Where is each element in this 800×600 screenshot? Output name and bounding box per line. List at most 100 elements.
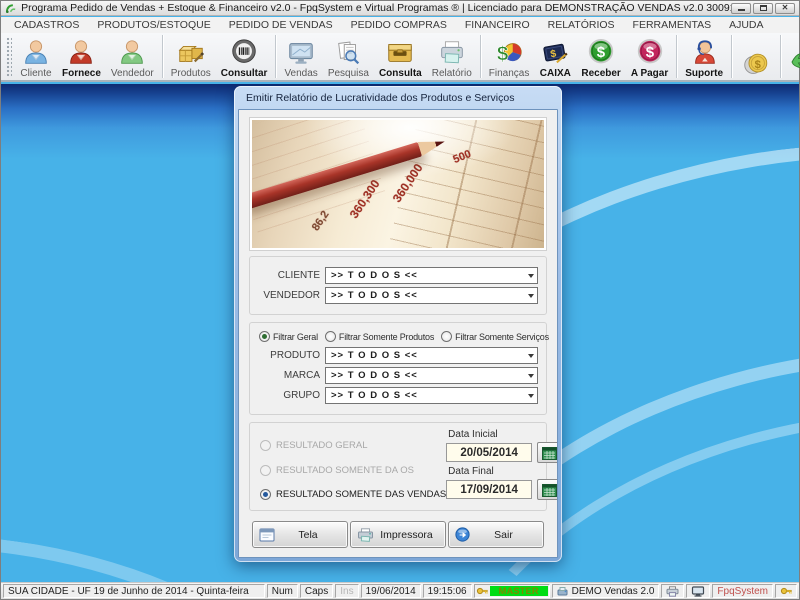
grupo-combobox[interactable]: >> T O D O S << xyxy=(325,387,538,404)
toolbar-button-fornece[interactable]: Fornece xyxy=(57,33,106,80)
cliente-combobox[interactable]: >> T O D O S << xyxy=(325,267,538,284)
menu-item-cadastros[interactable]: CADASTROS xyxy=(5,19,88,31)
photo-vignette xyxy=(252,120,544,248)
report-printer-icon xyxy=(436,38,468,68)
produto-combobox[interactable]: >> T O D O S << xyxy=(325,347,538,364)
toolbar-button-suporte[interactable]: Suporte xyxy=(680,33,728,80)
finance-pie-icon: $ xyxy=(493,38,525,68)
menu-item-pedido-de-vendas[interactable]: PEDIDO DE VENDAS xyxy=(220,19,342,31)
menu-bar: CADASTROS PRODUTOS/ESTOQUE PEDIDO DE VEN… xyxy=(1,17,799,33)
button-label: Impressora xyxy=(374,529,439,541)
radio-label: Filtrar Somente Produtos xyxy=(339,332,434,342)
combobox-value: >> T O D O S << xyxy=(331,270,418,281)
radio-selected-icon xyxy=(260,489,271,500)
client-person-icon xyxy=(20,38,52,68)
radio-resultado-somente-das-vendas[interactable]: RESULTADO SOMENTE DAS VENDAS xyxy=(260,489,446,500)
toolbar-button-caixa[interactable]: $ CAIXA xyxy=(534,33,576,80)
radio-label: RESULTADO GERAL xyxy=(276,440,368,451)
marca-combobox[interactable]: >> T O D O S << xyxy=(325,367,538,384)
radio-filtrar-somente-servicos[interactable]: Filtrar Somente Serviços xyxy=(441,331,549,342)
radio-resultado-somente-da-os[interactable]: RESULTADO SOMENTE DA OS xyxy=(260,465,446,476)
menu-item-pedido-compras[interactable]: PEDIDO COMPRAS xyxy=(342,19,456,31)
toolbar-button-label: Receber xyxy=(581,68,620,79)
combobox-value: >> T O D O S << xyxy=(331,290,418,301)
tela-button[interactable]: Tela xyxy=(252,521,348,548)
toolbar-separator xyxy=(480,35,481,78)
coin-icon: $ xyxy=(740,49,772,79)
toolbar-button-vendedor[interactable]: Vendedor xyxy=(106,33,159,80)
report-dialog: Emitir Relatório de Lucratividade dos Pr… xyxy=(234,86,562,562)
status-location: SUA CIDADE - UF 19 de Junho de 2014 - Qu… xyxy=(3,584,265,598)
status-app-version: DEMO Vendas 2.0 xyxy=(552,584,660,598)
toolbar-button-exit[interactable]: EXIT xyxy=(784,33,800,80)
chevron-down-icon[interactable] xyxy=(528,294,534,298)
app-mini-icon xyxy=(557,586,568,597)
toolbar-button-pesquisa[interactable]: Pesquisa xyxy=(323,33,374,80)
toolbar-button-a-pagar[interactable]: $ A Pagar xyxy=(626,33,673,80)
menu-item-ferramentas[interactable]: FERRAMENTAS xyxy=(624,19,721,31)
toolbar-button-label: Fornece xyxy=(62,68,101,79)
status-printer-cell xyxy=(661,584,684,598)
menu-item-ajuda[interactable]: AJUDA xyxy=(720,19,772,31)
toolbar-button-label: Consulta xyxy=(379,68,422,79)
chevron-down-icon[interactable] xyxy=(528,354,534,358)
groupbox-filtros: Filtrar Geral Filtrar Somente Produtos F… xyxy=(249,322,547,415)
vendedor-combobox[interactable]: >> T O D O S << xyxy=(325,287,538,304)
toolbar-button-label: A Pagar xyxy=(631,68,668,79)
impressora-button[interactable]: Impressora xyxy=(350,521,446,548)
data-final-calendar-button[interactable] xyxy=(537,479,558,500)
radio-resultado-geral[interactable]: RESULTADO GERAL xyxy=(260,440,446,451)
status-brand: FpqSystem xyxy=(712,584,773,598)
chevron-down-icon[interactable] xyxy=(528,274,534,278)
maximize-button[interactable] xyxy=(753,3,773,14)
radio-filtrar-somente-produtos[interactable]: Filtrar Somente Produtos xyxy=(325,331,434,342)
finance-pencil-photo: 500 360,000 360,300 86,2 xyxy=(252,120,544,248)
chevron-down-icon[interactable] xyxy=(528,394,534,398)
minimize-button[interactable] xyxy=(731,3,751,14)
data-inicial-field[interactable]: 20/05/2014 xyxy=(446,443,532,462)
screen-icon xyxy=(259,528,275,542)
button-label: Tela xyxy=(275,529,341,541)
printer-status-icon xyxy=(666,586,679,597)
toolbar-separator xyxy=(731,35,732,78)
toolbar-separator xyxy=(676,35,677,78)
cashbook-icon: $ xyxy=(539,38,571,68)
pay-coin-icon: $ xyxy=(634,38,666,68)
barcode-search-icon xyxy=(228,38,260,68)
close-icon: ✕ xyxy=(782,4,789,12)
status-insert: Ins xyxy=(335,584,358,598)
status-time: 19:15:06 xyxy=(423,584,472,598)
window-titlebar: Programa Pedido de Vendas + Estoque & Fi… xyxy=(1,1,799,16)
toolbar-button-consulta[interactable]: Consulta xyxy=(374,33,427,80)
toolbar-button-label: CAIXA xyxy=(540,68,571,79)
application-window: Programa Pedido de Vendas + Estoque & Fi… xyxy=(0,0,800,600)
radio-filtrar-geral[interactable]: Filtrar Geral xyxy=(259,331,318,342)
toolbar-button-financas[interactable]: $ Finanças xyxy=(484,33,535,80)
menu-item-financeiro[interactable]: FINANCEIRO xyxy=(456,19,539,31)
toolbar-grip-handle[interactable] xyxy=(6,37,12,77)
toolbar-button-moeda[interactable]: $ xyxy=(735,33,777,80)
groupbox-cliente-vendedor: CLIENTE >> T O D O S << VENDEDOR >> T O … xyxy=(249,256,547,315)
toolbar-button-receber[interactable]: $ Receber xyxy=(576,33,625,80)
chevron-down-icon[interactable] xyxy=(528,374,534,378)
dialog-title: Emitir Relatório de Lucratividade dos Pr… xyxy=(246,92,514,104)
toolbar-button-vendas[interactable]: Vendas xyxy=(279,33,322,80)
data-inicial-calendar-button[interactable] xyxy=(537,442,558,463)
toolbar-button-cliente[interactable]: Cliente xyxy=(15,33,57,80)
data-final-field[interactable]: 17/09/2014 xyxy=(446,480,532,499)
sair-button[interactable]: Sair xyxy=(448,521,544,548)
key-icon xyxy=(476,585,488,597)
svg-text:$: $ xyxy=(645,44,654,61)
combobox-value: >> T O D O S << xyxy=(331,390,418,401)
toolbar-button-relatorio[interactable]: Relatório xyxy=(427,33,477,80)
toolbar-separator xyxy=(780,35,781,78)
menu-item-relatorios[interactable]: RELATÓRIOS xyxy=(539,19,624,31)
dialog-titlebar[interactable]: Emitir Relatório de Lucratividade dos Pr… xyxy=(234,86,562,109)
menu-item-produtos-estoque[interactable]: PRODUTOS/ESTOQUE xyxy=(88,19,219,31)
toolbar-button-consultar[interactable]: Consultar xyxy=(216,33,273,80)
exit-door-icon: EXIT xyxy=(789,49,800,79)
close-button[interactable]: ✕ xyxy=(775,3,795,14)
status-access-level: MASTER xyxy=(474,584,550,598)
svg-text:$: $ xyxy=(497,43,509,66)
toolbar-button-produtos[interactable]: Produtos xyxy=(166,33,216,80)
